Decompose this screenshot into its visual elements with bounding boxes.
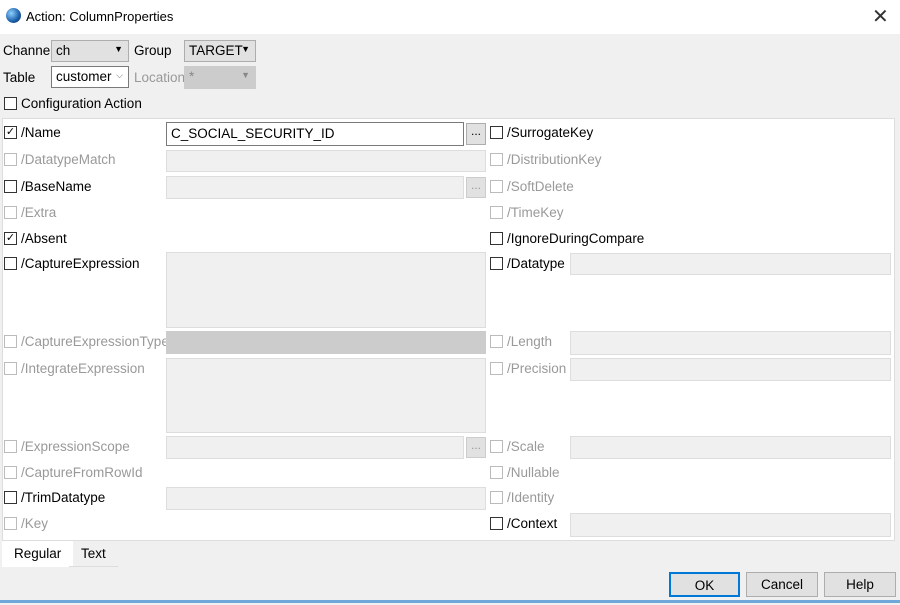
identity-label: /Identity	[507, 490, 555, 505]
distribution-key-checkbox	[490, 153, 503, 166]
table-value: customer	[56, 69, 112, 84]
capture-expression-type-checkbox	[4, 335, 17, 348]
expression-scope-browse-button: ...	[466, 437, 486, 458]
integrate-expression-checkbox	[4, 362, 17, 375]
ignore-during-compare-checkbox[interactable]	[490, 232, 503, 245]
extra-label: /Extra	[21, 205, 57, 220]
scale-input	[570, 436, 891, 459]
dropdown-arrow-icon: ▼	[114, 44, 123, 54]
scale-checkbox	[490, 440, 503, 453]
location-select: * ▼	[184, 66, 256, 89]
soft-delete-checkbox	[490, 180, 503, 193]
capture-from-row-id-checkbox	[4, 466, 17, 479]
integrate-expression-label: /IntegrateExpression	[21, 361, 145, 376]
group-label: Group	[134, 43, 172, 58]
integrate-expression-textarea	[166, 358, 486, 433]
trim-datatype-spinner	[166, 487, 486, 510]
datatype-label: /Datatype	[507, 256, 565, 271]
extra-checkbox	[4, 206, 17, 219]
base-name-browse-button: ...	[466, 177, 486, 198]
surrogate-key-checkbox[interactable]	[490, 126, 503, 139]
cancel-button[interactable]: Cancel	[746, 572, 818, 597]
length-checkbox	[490, 335, 503, 348]
context-checkbox[interactable]	[490, 517, 503, 530]
capture-expression-label: /CaptureExpression	[21, 256, 140, 271]
expression-scope-input	[166, 436, 464, 459]
close-icon[interactable]: ✕	[872, 4, 889, 29]
configuration-action-checkbox[interactable]	[4, 97, 17, 110]
capture-expression-checkbox[interactable]	[4, 257, 17, 270]
title-bar: Action: ColumnProperties ✕	[0, 0, 900, 34]
precision-input	[570, 358, 891, 381]
identity-checkbox	[490, 491, 503, 504]
surrogate-key-label: /SurrogateKey	[507, 125, 594, 140]
nullable-label: /Nullable	[507, 465, 560, 480]
name-input[interactable]: C_SOCIAL_SECURITY_ID	[166, 122, 464, 146]
table-label: Table	[3, 70, 36, 85]
trim-datatype-label: /TrimDatatype	[21, 490, 106, 505]
precision-checkbox	[490, 362, 503, 375]
datatype-match-checkbox	[4, 153, 17, 166]
distribution-key-label: /DistributionKey	[507, 152, 602, 167]
datatype-select	[570, 253, 891, 275]
capture-from-row-id-label: /CaptureFromRowId	[21, 465, 143, 480]
datatype-match-label: /DatatypeMatch	[21, 152, 116, 167]
location-value: *	[189, 69, 195, 84]
ignore-during-compare-label: /IgnoreDuringCompare	[507, 231, 645, 246]
channel-select[interactable]: ch ▼	[51, 40, 129, 62]
base-name-label: /BaseName	[21, 179, 92, 194]
key-checkbox	[4, 517, 17, 530]
absent-label: /Absent	[21, 231, 67, 246]
dropdown-arrow-icon: ▼	[241, 70, 250, 80]
channel-label: Channel	[3, 43, 54, 58]
expression-scope-label: /ExpressionScope	[21, 439, 130, 454]
channel-value: ch	[56, 43, 71, 58]
capture-expression-textarea	[166, 252, 486, 328]
tab-text[interactable]: Text	[69, 541, 118, 567]
name-label: /Name	[21, 125, 61, 140]
datatype-checkbox[interactable]	[490, 257, 503, 270]
app-globe-icon	[6, 8, 21, 23]
ok-button[interactable]: OK	[669, 572, 740, 597]
context-input	[570, 513, 891, 537]
base-name-input	[166, 176, 464, 199]
time-key-checkbox	[490, 206, 503, 219]
window-title: Action: ColumnProperties	[26, 9, 174, 24]
nullable-checkbox	[490, 466, 503, 479]
precision-label: /Precision	[507, 361, 567, 376]
dropdown-arrow-icon: ▼	[241, 44, 250, 54]
capture-expression-type-select	[166, 331, 486, 354]
time-key-label: /TimeKey	[507, 205, 564, 220]
key-label: /Key	[21, 516, 49, 531]
name-checkbox[interactable]: ✓	[4, 126, 17, 139]
chevron-down-icon: ⌵	[116, 70, 123, 80]
window-border	[0, 600, 900, 603]
help-button[interactable]: Help	[824, 572, 896, 597]
group-select[interactable]: TARGET ▼	[184, 40, 256, 62]
soft-delete-label: /SoftDelete	[507, 179, 574, 194]
context-label: /Context	[507, 516, 558, 531]
tab-regular[interactable]: Regular	[2, 541, 74, 567]
base-name-checkbox[interactable]	[4, 180, 17, 193]
capture-expression-type-label: /CaptureExpressionType	[21, 334, 169, 349]
scale-label: /Scale	[507, 439, 545, 454]
table-select[interactable]: customer ⌵	[51, 66, 129, 88]
absent-checkbox[interactable]: ✓	[4, 232, 17, 245]
expression-scope-checkbox	[4, 440, 17, 453]
name-browse-button[interactable]: ...	[466, 123, 486, 145]
length-input	[570, 331, 891, 355]
location-label: Location	[134, 70, 186, 85]
trim-datatype-checkbox[interactable]	[4, 491, 17, 504]
length-label: /Length	[507, 334, 553, 349]
datatype-match-select	[166, 150, 486, 172]
group-value: TARGET	[189, 43, 243, 58]
configuration-action-label: Configuration Action	[21, 96, 142, 111]
